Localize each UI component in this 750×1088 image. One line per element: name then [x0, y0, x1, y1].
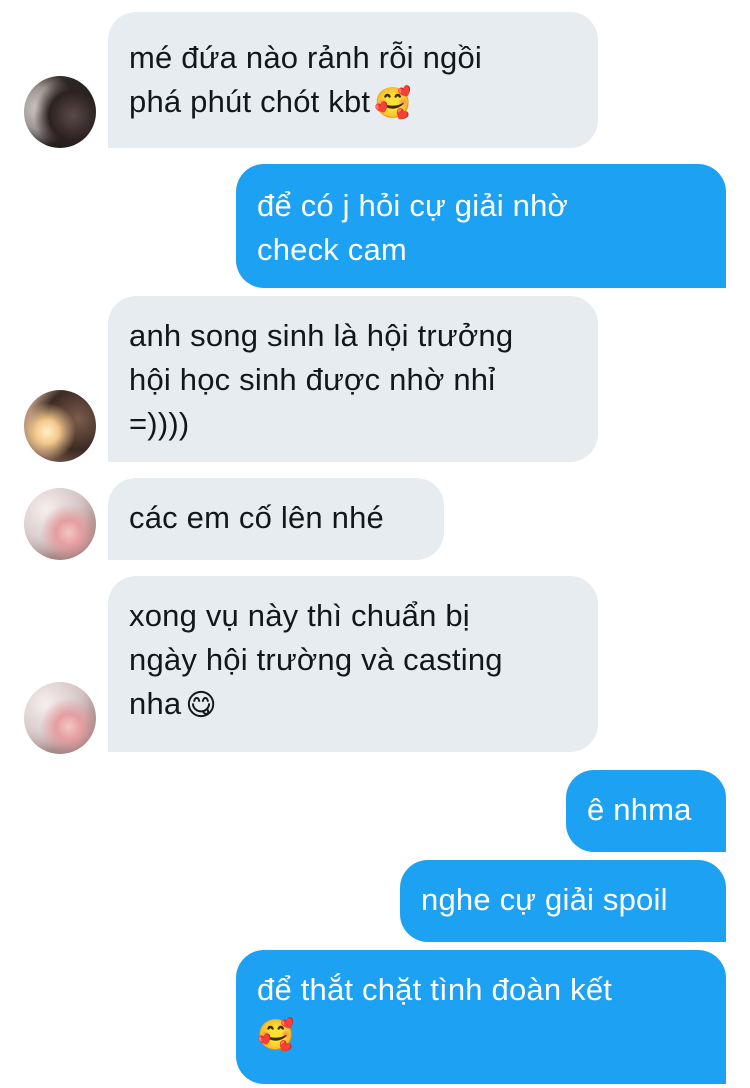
message-text: phá phút chót kbt	[129, 84, 371, 119]
message-text: check cam	[257, 232, 407, 267]
message-bubble-outgoing[interactable]: nghe cự giải spoil	[400, 860, 726, 942]
face-savoring-food-emoji-icon: 😋	[185, 688, 217, 723]
message-text: để có j hỏi cự giải nhờ	[257, 188, 569, 223]
message-text: để thắt chặt tình đoàn kết	[257, 972, 613, 1007]
message-text: nha	[129, 686, 182, 721]
message-text: hội học sinh được nhờ nhỉ	[129, 362, 496, 397]
sender-avatar[interactable]	[24, 390, 96, 462]
message-bubble-incoming[interactable]: mé đứa nào rảnh rỗi ngồi phá phút chót k…	[108, 12, 598, 148]
message-text: ngày hội trường và casting	[129, 642, 503, 677]
sender-avatar[interactable]	[24, 682, 96, 754]
smiling-face-with-hearts-emoji-icon: 🥰	[374, 86, 412, 121]
message-bubble-outgoing[interactable]: để thắt chặt tình đoàn kết 🥰	[236, 950, 726, 1084]
message-text: ê nhma	[587, 792, 692, 827]
message-text: các em cố lên nhé	[129, 500, 384, 535]
message-text: mé đứa nào rảnh rỗi ngồi	[129, 40, 482, 75]
sender-avatar[interactable]	[24, 76, 96, 148]
message-bubble-outgoing[interactable]: để có j hỏi cự giải nhờ check cam	[236, 164, 726, 288]
message-bubble-incoming[interactable]: các em cố lên nhé	[108, 478, 444, 560]
message-text: xong vụ này thì chuẩn bị	[129, 598, 470, 633]
message-bubble-incoming[interactable]: anh song sinh là hội trưởng hội học sinh…	[108, 296, 598, 462]
smiling-face-with-hearts-emoji-icon: 🥰	[257, 1018, 295, 1053]
message-text: nghe cự giải spoil	[421, 882, 668, 917]
message-bubble-outgoing[interactable]: ê nhma	[566, 770, 726, 852]
sender-avatar[interactable]	[24, 488, 96, 560]
message-text: anh song sinh là hội trưởng	[129, 318, 514, 353]
message-text: =))))	[129, 406, 190, 441]
message-bubble-incoming[interactable]: xong vụ này thì chuẩn bị ngày hội trường…	[108, 576, 598, 752]
